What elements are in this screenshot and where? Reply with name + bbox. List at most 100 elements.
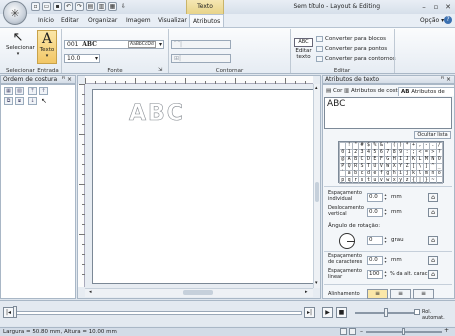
options-menu[interactable]: Opção ▾ [420,14,444,27]
convert-to-outlines-button[interactable]: Converter para contornos [316,55,396,63]
horizontal-ruler [85,76,313,84]
pointer-icon: ↖ [12,30,24,45]
maximize-icon[interactable]: ▫ [430,2,442,12]
stitch-slider-thumb[interactable] [13,306,17,318]
letter-spacing-apply-button[interactable]: ⌂ [428,256,438,265]
rotation-apply-button[interactable]: ⌂ [428,236,438,245]
zoom-slider-thumb[interactable] [402,328,405,335]
convert-to-blocks-button[interactable]: Converter para blocos [316,35,386,43]
convert-to-points-button[interactable]: Converter para pontos [316,45,387,53]
panel-pin-close-icon[interactable]: ꟸ × [62,76,72,83]
divider [324,284,452,285]
text-path-icon: ⌒| [174,41,183,48]
char-spacing-apply-button[interactable]: ⌂ [428,193,438,202]
ruler-tick [95,81,96,84]
vertical-scrollbar[interactable]: ▴ ▾ [313,84,320,288]
vertical-offset-input[interactable]: 0.0 [367,208,383,217]
embroidery-text-object[interactable]: ABC [129,101,185,127]
color-order-icon[interactable]: ▧ [15,87,24,95]
ruler-tick [125,81,126,84]
merge-icon[interactable]: ⧉ [4,97,13,105]
line-spacing-apply-button[interactable]: ⌂ [428,270,438,279]
sort-order-icon[interactable]: ▦ [4,87,13,95]
align-left-button[interactable]: ≡ [367,289,388,299]
menu-item-image[interactable]: Imagem [123,14,154,27]
menu-item-arrange[interactable]: Organizar [85,14,120,27]
unit-label: mm [391,194,402,200]
alignment-label: Alinhamento [328,291,360,297]
font-selector[interactable]: 001 ABC AaBbCcDd ▾ [64,40,164,49]
zoom-out-icon[interactable]: – [360,329,363,335]
help-icon[interactable]: ? [444,16,452,24]
tab-text-attributes[interactable]: AB Atributos de texto [398,87,455,104]
spin-arrows-icon[interactable]: ▴ ▾ [383,193,388,202]
play-icon[interactable]: ▶ [322,307,333,318]
split-icon[interactable]: ⧈ [15,97,24,105]
move-up-icon[interactable]: ↑ [39,87,48,95]
character-map[interactable]: ! " # $% & '() * +, -./0 1 2 3 4 5 6 7 8 9:; < = >? @ A B C D E F G H… [338,141,444,185]
align-right-button[interactable]: ≡ [413,289,434,299]
scroll-right-icon[interactable]: ▸ [305,289,308,295]
move-first-icon[interactable]: ⤒ [28,87,37,95]
charmap-cell[interactable]: o [435,169,444,178]
menu-item-attributes[interactable]: Atributos [189,14,225,27]
scroll-up-icon[interactable]: ▴ [315,85,318,91]
tab-sewing-attributes[interactable]: ▥ Atributos de cost... [342,87,405,96]
menu-item-edit[interactable]: Editar [58,14,82,27]
grid-view-icon[interactable] [349,328,356,335]
ruler-tick [82,144,85,145]
tab-color-label: Cor [332,88,343,94]
select-button[interactable]: ↖ Selecionar ▾ [6,30,35,63]
scroll-down-icon[interactable]: ▾ [315,280,318,286]
text-button[interactable]: A Texto ▾ [37,30,57,64]
align-center-button[interactable]: ≡ [390,289,411,299]
embroidery-hoop-area[interactable] [92,89,314,284]
convert-points-label: Converter para pontos [325,46,388,52]
spin-arrows-icon[interactable]: ▴ ▾ [383,256,388,265]
minimize-icon[interactable]: – [418,2,430,12]
ruler-tick [235,78,236,84]
move-down-icon[interactable]: ↓ [28,97,37,105]
ruler-tick [275,81,276,84]
outline-style-selector[interactable]: ⊞| [171,54,231,63]
line-spacing-label: Espaçamento linear [328,268,362,280]
line-spacing-unit: % da alt. carac. [390,271,430,277]
scroll-left-icon[interactable]: ◂ [89,289,92,295]
application-menu-button[interactable]: ✳ [3,1,27,25]
close-icon[interactable]: ✕ [442,2,454,12]
font-size-field[interactable]: 10.0 ▾ [64,54,100,63]
view-mode-icon[interactable] [340,328,347,335]
vertical-offset-apply-button[interactable]: ⌂ [428,208,438,217]
horizontal-scrollbar[interactable]: ◂ ▸ [85,288,313,297]
speed-slider-thumb[interactable] [384,308,388,317]
charmap-cell[interactable] [435,176,444,185]
stop-icon[interactable]: ■ [336,307,347,318]
convert-outlines-label: Converter para contornos [325,56,396,62]
spin-arrows-icon[interactable]: ▴ ▾ [383,208,388,217]
edit-text-button[interactable]: ABC Editar texto [294,38,313,66]
vertical-scroll-thumb[interactable] [315,182,319,202]
spin-arrows-icon[interactable]: ▴ ▾ [383,270,388,279]
zoom-in-icon[interactable]: + [444,327,449,334]
points-icon [316,45,323,52]
outline-shape-selector[interactable]: ⌒| [171,40,231,49]
hide-list-button[interactable]: Ocultar lista [414,131,451,139]
autoroll-checkbox[interactable] [414,309,420,315]
horizontal-scroll-thumb[interactable] [183,290,213,295]
menu-item-view[interactable]: Visualizar [155,14,190,27]
color-icon: ▤ [326,88,332,94]
spin-arrows-icon[interactable]: ▴ ▾ [383,236,388,245]
letter-spacing-input[interactable]: 0.0 [367,256,383,265]
pointer-icon[interactable]: ↖ [41,97,47,105]
panel-pin-close-icon[interactable]: ꟸ × [441,76,451,83]
stitch-slider-track[interactable] [14,311,302,315]
dialog-launcher-icon[interactable]: ⇲ [158,67,162,73]
go-to-end-icon[interactable]: ▸| [304,307,315,318]
char-spacing-input[interactable]: 0.0 [367,193,383,202]
rotation-dial[interactable] [339,233,355,249]
menu-item-home[interactable]: Início [35,14,57,27]
rotation-input[interactable]: 0 [367,236,383,245]
text-input-area[interactable]: ABC [324,97,452,129]
vertical-ruler [78,84,85,287]
line-spacing-input[interactable]: 100 [367,270,383,279]
